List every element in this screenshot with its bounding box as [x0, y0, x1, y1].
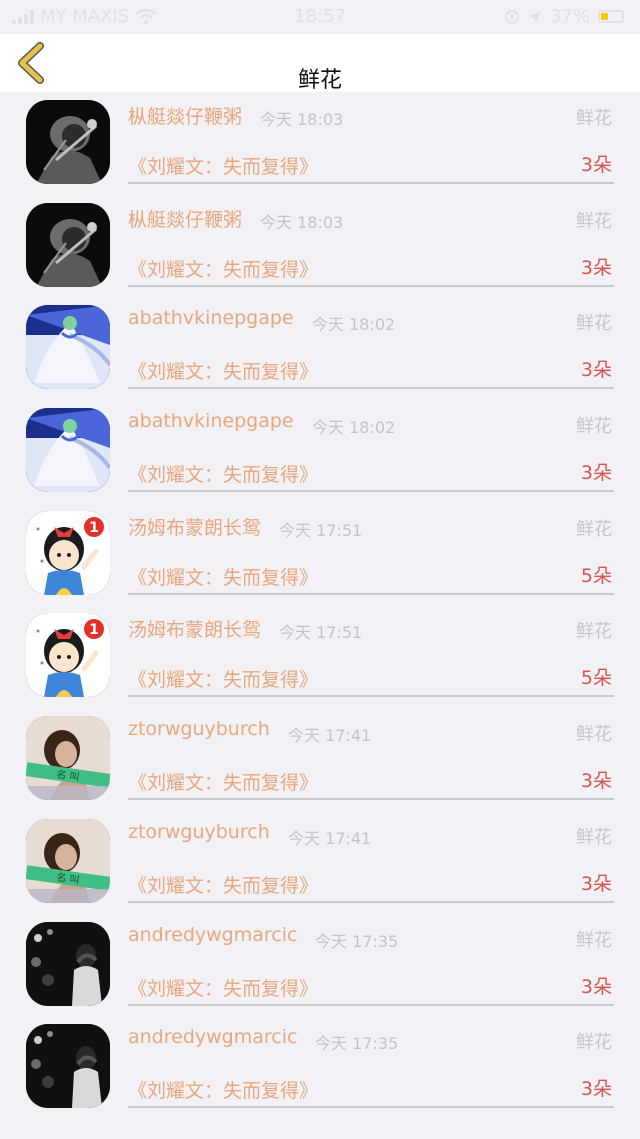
flower-count: 3朵 [580, 975, 612, 998]
work-title[interactable]: 《刘耀文：失而复得》 [128, 871, 318, 898]
sender-name[interactable]: ztorwguyburch [128, 718, 270, 740]
divider [128, 1003, 614, 1006]
avatar[interactable]: 1 [26, 510, 110, 595]
divider [128, 490, 614, 493]
gift-type-label: 鲜花 [576, 210, 612, 232]
work-title[interactable]: 《刘耀文：失而复得》 [128, 665, 318, 692]
svg-text:1: 1 [89, 622, 99, 638]
page-title: 鲜花 [297, 68, 342, 93]
timestamp: 今天 17:51 [279, 520, 363, 540]
timestamp: 今天 17:35 [315, 931, 399, 951]
flower-count: 3朵 [580, 1078, 612, 1101]
divider [128, 900, 614, 903]
sender-name[interactable]: abathvkinepgape [128, 307, 294, 329]
lock-rotation-icon [505, 9, 519, 24]
timestamp: 今天 18:02 [312, 418, 396, 438]
location-icon [528, 10, 541, 23]
battery-percent: 37% [549, 6, 590, 27]
timestamp: 今天 18:03 [260, 110, 344, 129]
flower-count: 3朵 [580, 872, 612, 895]
gift-type-label: 鲜花 [576, 724, 612, 746]
divider [128, 695, 614, 698]
gift-type-label: 鲜花 [576, 929, 612, 951]
avatar[interactable]: 名 叫 [26, 818, 110, 903]
battery-icon [598, 10, 624, 23]
flower-count: 3朵 [580, 770, 612, 793]
gift-type-label: 鲜花 [576, 826, 612, 848]
avatar[interactable] [26, 305, 110, 390]
status-right: 37% [504, 6, 624, 27]
timestamp: 今天 18:03 [260, 212, 344, 232]
divider [128, 1106, 614, 1109]
avatar[interactable] [26, 921, 110, 1006]
nav-bar: 鲜花 [0, 34, 640, 93]
work-title[interactable]: 《刘耀文：失而复得》 [128, 460, 318, 487]
avatar[interactable]: 1 [26, 613, 110, 698]
divider [128, 284, 614, 287]
sender-name[interactable]: andredywgmarcic [128, 1026, 297, 1048]
divider [128, 798, 614, 801]
list-item[interactable]: andredywgmarcic 今天 17:35 鲜花《刘耀文：失而复得》 3朵 [0, 1016, 640, 1119]
gift-type-label: 鲜花 [576, 1032, 612, 1054]
list-item[interactable]: 枞艇燚仔鞭粥 今天 18:03 鲜花《刘耀文：失而复得》 3朵 [0, 195, 640, 298]
work-title[interactable]: 《刘耀文：失而复得》 [128, 1076, 318, 1103]
sender-name[interactable]: 汤姆布蒙朗长鸳 [128, 513, 261, 540]
gift-type-label: 鲜花 [576, 108, 612, 129]
flower-count: 5朵 [580, 564, 612, 587]
flower-count: 3朵 [580, 462, 612, 485]
flower-count: 3朵 [580, 256, 612, 279]
svg-text:1: 1 [89, 520, 99, 536]
list-item[interactable]: abathvkinepgape 今天 18:02 鲜花《刘耀文：失而复得》 3朵 [0, 297, 640, 400]
flower-record-list: 枞艇燚仔鞭粥 今天 18:03 鲜花 《刘耀文：失而复得》 3朵 枞艇燚仔鞭粥 今天 18:… [0, 92, 640, 1119]
gift-type-label: 鲜花 [576, 518, 612, 540]
work-title[interactable]: 《刘耀文：失而复得》 [128, 357, 318, 384]
list-item[interactable]: 1 汤姆布蒙朗长鸳 今天 17:51 鲜花《刘耀文：失而复得》 5朵 [0, 503, 640, 606]
avatar[interactable] [26, 100, 110, 184]
timestamp: 今天 17:35 [315, 1034, 399, 1054]
list-item[interactable]: andredywgmarcic 今天 17:35 鲜花《刘耀文：失而复得》 3朵 [0, 914, 640, 1017]
timestamp: 今天 18:02 [312, 315, 396, 335]
flower-count: 3朵 [580, 359, 612, 382]
divider [128, 182, 614, 184]
work-title[interactable]: 《刘耀文：失而复得》 [128, 563, 318, 590]
avatar[interactable]: 名 叫 [26, 716, 110, 801]
gift-type-label: 鲜花 [576, 313, 612, 335]
avatar[interactable] [26, 408, 110, 493]
list-item[interactable]: 1 汤姆布蒙朗长鸳 今天 17:51 鲜花《刘耀文：失而复得》 5朵 [0, 605, 640, 708]
sender-name[interactable]: 枞艇燚仔鞭粥 [128, 205, 242, 232]
sender-name[interactable]: ztorwguyburch [128, 821, 270, 843]
work-title[interactable]: 《刘耀文：失而复得》 [128, 768, 318, 795]
work-title[interactable]: 《刘耀文：失而复得》 [128, 974, 318, 1001]
status-bar: MY MAXIS 18:57 37% [0, 0, 640, 34]
list-item[interactable]: abathvkinepgape 今天 18:02 鲜花《刘耀文：失而复得》 3朵 [0, 400, 640, 503]
timestamp: 今天 17:41 [288, 726, 372, 746]
divider [128, 592, 614, 595]
work-title[interactable]: 《刘耀文：失而复得》 [128, 255, 318, 282]
sender-name[interactable]: andredywgmarcic [128, 924, 297, 946]
work-title[interactable]: 《刘耀文：失而复得》 [128, 152, 318, 179]
avatar[interactable] [26, 1024, 110, 1109]
timestamp: 今天 17:51 [279, 623, 363, 643]
avatar[interactable] [26, 202, 110, 287]
flower-count: 3朵 [580, 154, 612, 176]
gift-type-label: 鲜花 [576, 416, 612, 438]
sender-name[interactable]: 汤姆布蒙朗长鸳 [128, 615, 261, 642]
list-item[interactable]: 名 叫 ztorwguyburch 今天 17:41 鲜花《刘耀文：失而复得》 3朵 [0, 708, 640, 811]
list-item[interactable]: 名 叫 ztorwguyburch 今天 17:41 鲜花《刘耀文：失而复得》 3朵 [0, 811, 640, 914]
list-item[interactable]: 枞艇燚仔鞭粥 今天 18:03 鲜花《刘耀文：失而复得》 3朵 [0, 92, 640, 195]
divider [128, 387, 614, 390]
sender-name[interactable]: 枞艇燚仔鞭粥 [128, 102, 242, 129]
timestamp: 今天 17:41 [288, 828, 372, 848]
flower-count: 5朵 [580, 667, 612, 690]
gift-type-label: 鲜花 [576, 621, 612, 643]
sender-name[interactable]: abathvkinepgape [128, 410, 294, 432]
battery-fill [601, 13, 609, 20]
